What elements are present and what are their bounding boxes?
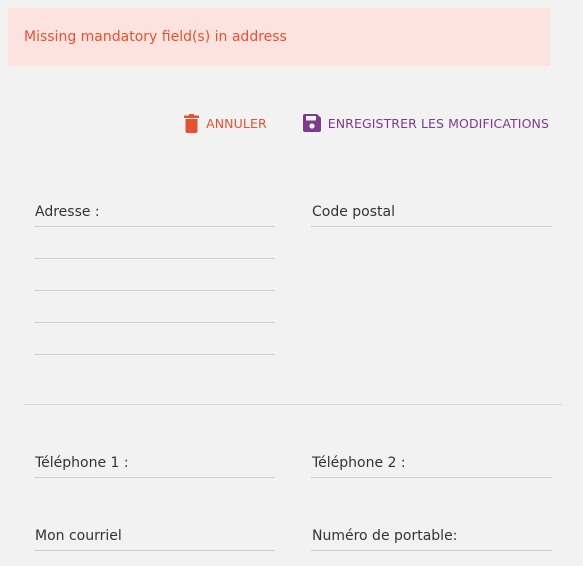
save-label: ENREGISTRER LES MODIFICATIONS [327, 115, 549, 131]
save-changes-button[interactable]: ENREGISTRER LES MODIFICATIONS [302, 114, 549, 132]
address-line-5-field[interactable] [34, 330, 275, 355]
email-label: Mon courriel [35, 528, 122, 544]
address-line-2-field[interactable] [34, 234, 275, 259]
mobile-phone-field[interactable]: Numéro de portable: [311, 526, 552, 551]
trash-icon [184, 113, 200, 133]
address-line-4-field[interactable] [34, 298, 275, 323]
postal-code-label: Code postal [312, 204, 395, 220]
error-alert: Missing mandatory field(s) in address [8, 8, 550, 66]
form-actions: ANNULER ENREGISTRER LES MODIFICATIONS [184, 112, 549, 134]
cancel-button[interactable]: ANNULER [184, 113, 267, 133]
postal-code-field[interactable]: Code postal [311, 202, 552, 227]
address-line-1-field[interactable]: Adresse : [34, 202, 275, 227]
error-message: Missing mandatory field(s) in address [24, 29, 287, 45]
save-icon [302, 114, 321, 132]
phone-1-label: Téléphone 1 : [35, 455, 129, 471]
mobile-phone-label: Numéro de portable: [312, 528, 458, 544]
address-label: Adresse : [35, 204, 100, 220]
email-field[interactable]: Mon courriel [34, 526, 275, 551]
phone-2-field[interactable]: Téléphone 2 : [311, 453, 552, 478]
section-divider [24, 404, 562, 405]
address-line-3-field[interactable] [34, 266, 275, 291]
cancel-label: ANNULER [206, 115, 267, 131]
phone-1-field[interactable]: Téléphone 1 : [34, 453, 275, 478]
phone-2-label: Téléphone 2 : [312, 455, 406, 471]
